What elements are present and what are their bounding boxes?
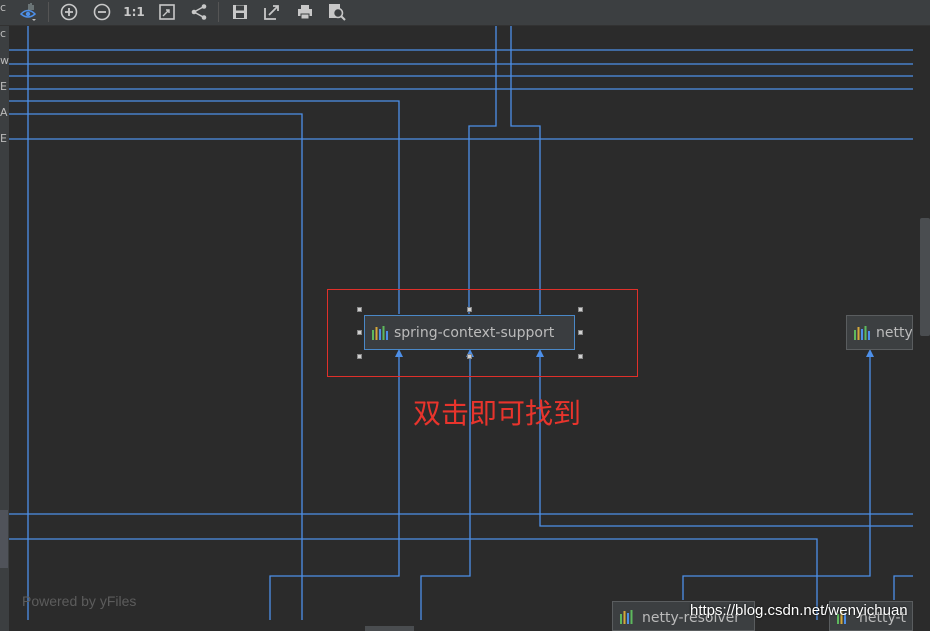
edge — [9, 100, 400, 314]
resize-handle[interactable] — [467, 307, 472, 312]
edge-char: E — [0, 81, 7, 93]
node-spring-context-support[interactable]: spring-context-support — [364, 315, 575, 350]
export-button[interactable] — [259, 0, 285, 23]
node-label: netty — [876, 324, 913, 341]
print-button[interactable] — [292, 0, 318, 23]
edge — [893, 575, 913, 600]
zoom-in-icon — [60, 3, 78, 20]
node-netty[interactable]: netty — [846, 315, 913, 350]
library-icon — [620, 610, 633, 624]
vertical-scrollbar-thumb[interactable] — [920, 218, 930, 336]
resize-handle[interactable] — [357, 307, 362, 312]
edge-char: c — [0, 2, 7, 14]
actual-size-button[interactable]: 1:1 — [121, 0, 147, 23]
diagram-toolbar: c 1:1 — [0, 0, 930, 26]
print-preview-icon — [329, 3, 346, 21]
export-icon — [264, 4, 279, 20]
edge-char: w — [0, 55, 9, 67]
fit-content-button[interactable] — [154, 0, 180, 23]
zoom-out-button[interactable] — [89, 0, 115, 23]
print-icon — [298, 4, 312, 19]
edge-char: A — [0, 107, 8, 119]
edge — [539, 351, 913, 527]
resize-handle[interactable] — [578, 307, 583, 312]
edge — [269, 351, 400, 620]
save-icon — [233, 4, 247, 19]
resize-handle[interactable] — [467, 354, 472, 359]
resize-handle[interactable] — [578, 354, 583, 359]
layout-icon — [191, 3, 207, 20]
fit-content-icon — [159, 3, 175, 20]
resize-handle[interactable] — [357, 354, 362, 359]
edge-char: E — [0, 133, 7, 145]
horizontal-scrollbar-thumb[interactable] — [365, 626, 414, 631]
edge — [9, 113, 303, 620]
resize-handle[interactable] — [357, 330, 362, 335]
layout-button[interactable] — [186, 0, 212, 23]
edge — [510, 25, 541, 314]
library-icon — [854, 325, 870, 340]
save-button[interactable] — [227, 0, 253, 23]
edge — [682, 351, 871, 600]
toolbar-separator — [48, 2, 49, 22]
edge — [468, 25, 497, 314]
actual-size-icon: 1:1 — [123, 4, 145, 19]
eye-icon — [19, 2, 37, 21]
edge-char: c — [0, 28, 7, 40]
node-label: spring-context-support — [394, 324, 555, 341]
left-panel-scroll-thumb[interactable] — [0, 510, 8, 568]
resize-handle[interactable] — [578, 330, 583, 335]
zoom-out-icon — [93, 3, 111, 20]
annotation-text: 双击即可找到 — [413, 397, 582, 430]
toolbar-separator — [218, 2, 219, 22]
watermark-text: https://blog.csdn.net/wenyichuan — [690, 602, 908, 619]
visibility-button[interactable] — [15, 0, 41, 23]
print-preview-button[interactable] — [324, 0, 350, 23]
zoom-in-button[interactable] — [56, 0, 82, 23]
library-icon — [372, 325, 388, 340]
powered-by-label: Powered by yFiles — [22, 593, 137, 609]
